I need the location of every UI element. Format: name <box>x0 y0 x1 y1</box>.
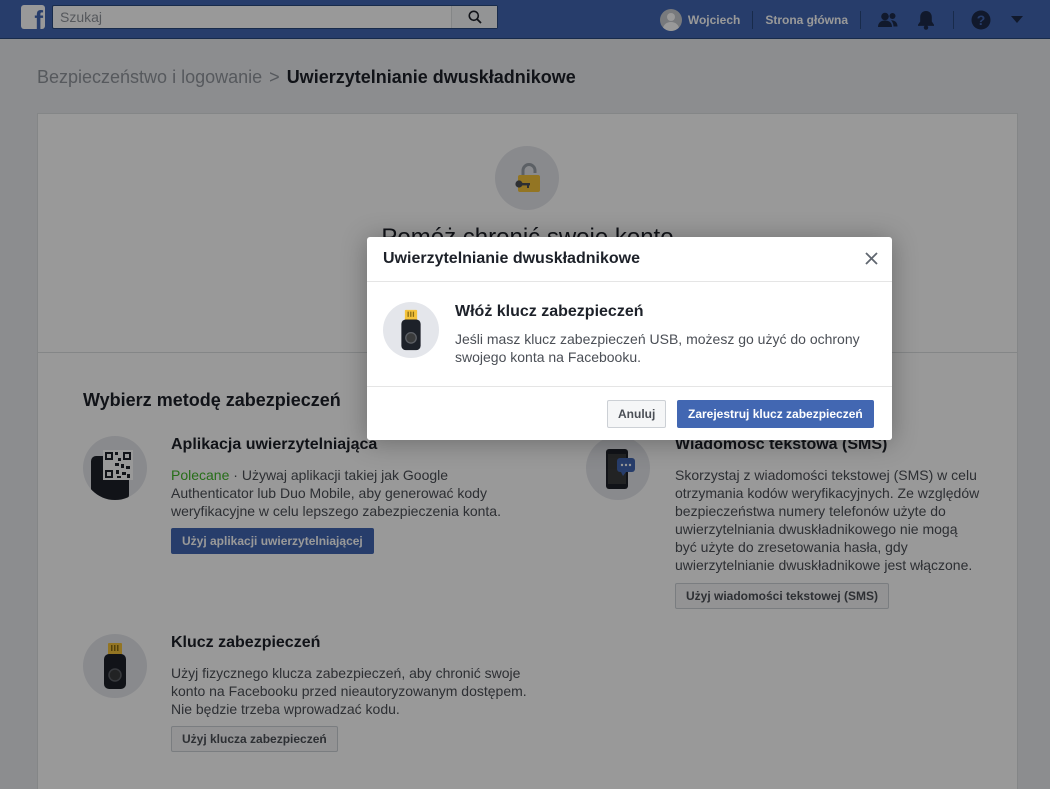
dialog-close-button[interactable] <box>862 249 880 267</box>
dialog-text: Jeśli masz klucz zabezpieczeń USB, możes… <box>455 331 860 365</box>
dialog-header: Uwierzytelnianie dwuskładnikowe <box>367 237 892 282</box>
usb-key-icon <box>401 309 421 351</box>
security-key-dialog: Uwierzytelnianie dwuskładnikowe Włóż klu… <box>367 237 892 440</box>
register-key-button[interactable]: Zarejestruj klucz zabezpieczeń <box>677 400 874 428</box>
cancel-button[interactable]: Anuluj <box>607 400 667 428</box>
dialog-heading: Włóż klucz zabezpieczeń <box>455 303 644 320</box>
close-icon <box>864 251 878 265</box>
dialog-title: Uwierzytelnianie dwuskładnikowe <box>383 250 640 267</box>
dialog-key-badge <box>383 302 439 358</box>
dialog-footer: Anuluj Zarejestruj klucz zabezpieczeń <box>367 386 892 440</box>
